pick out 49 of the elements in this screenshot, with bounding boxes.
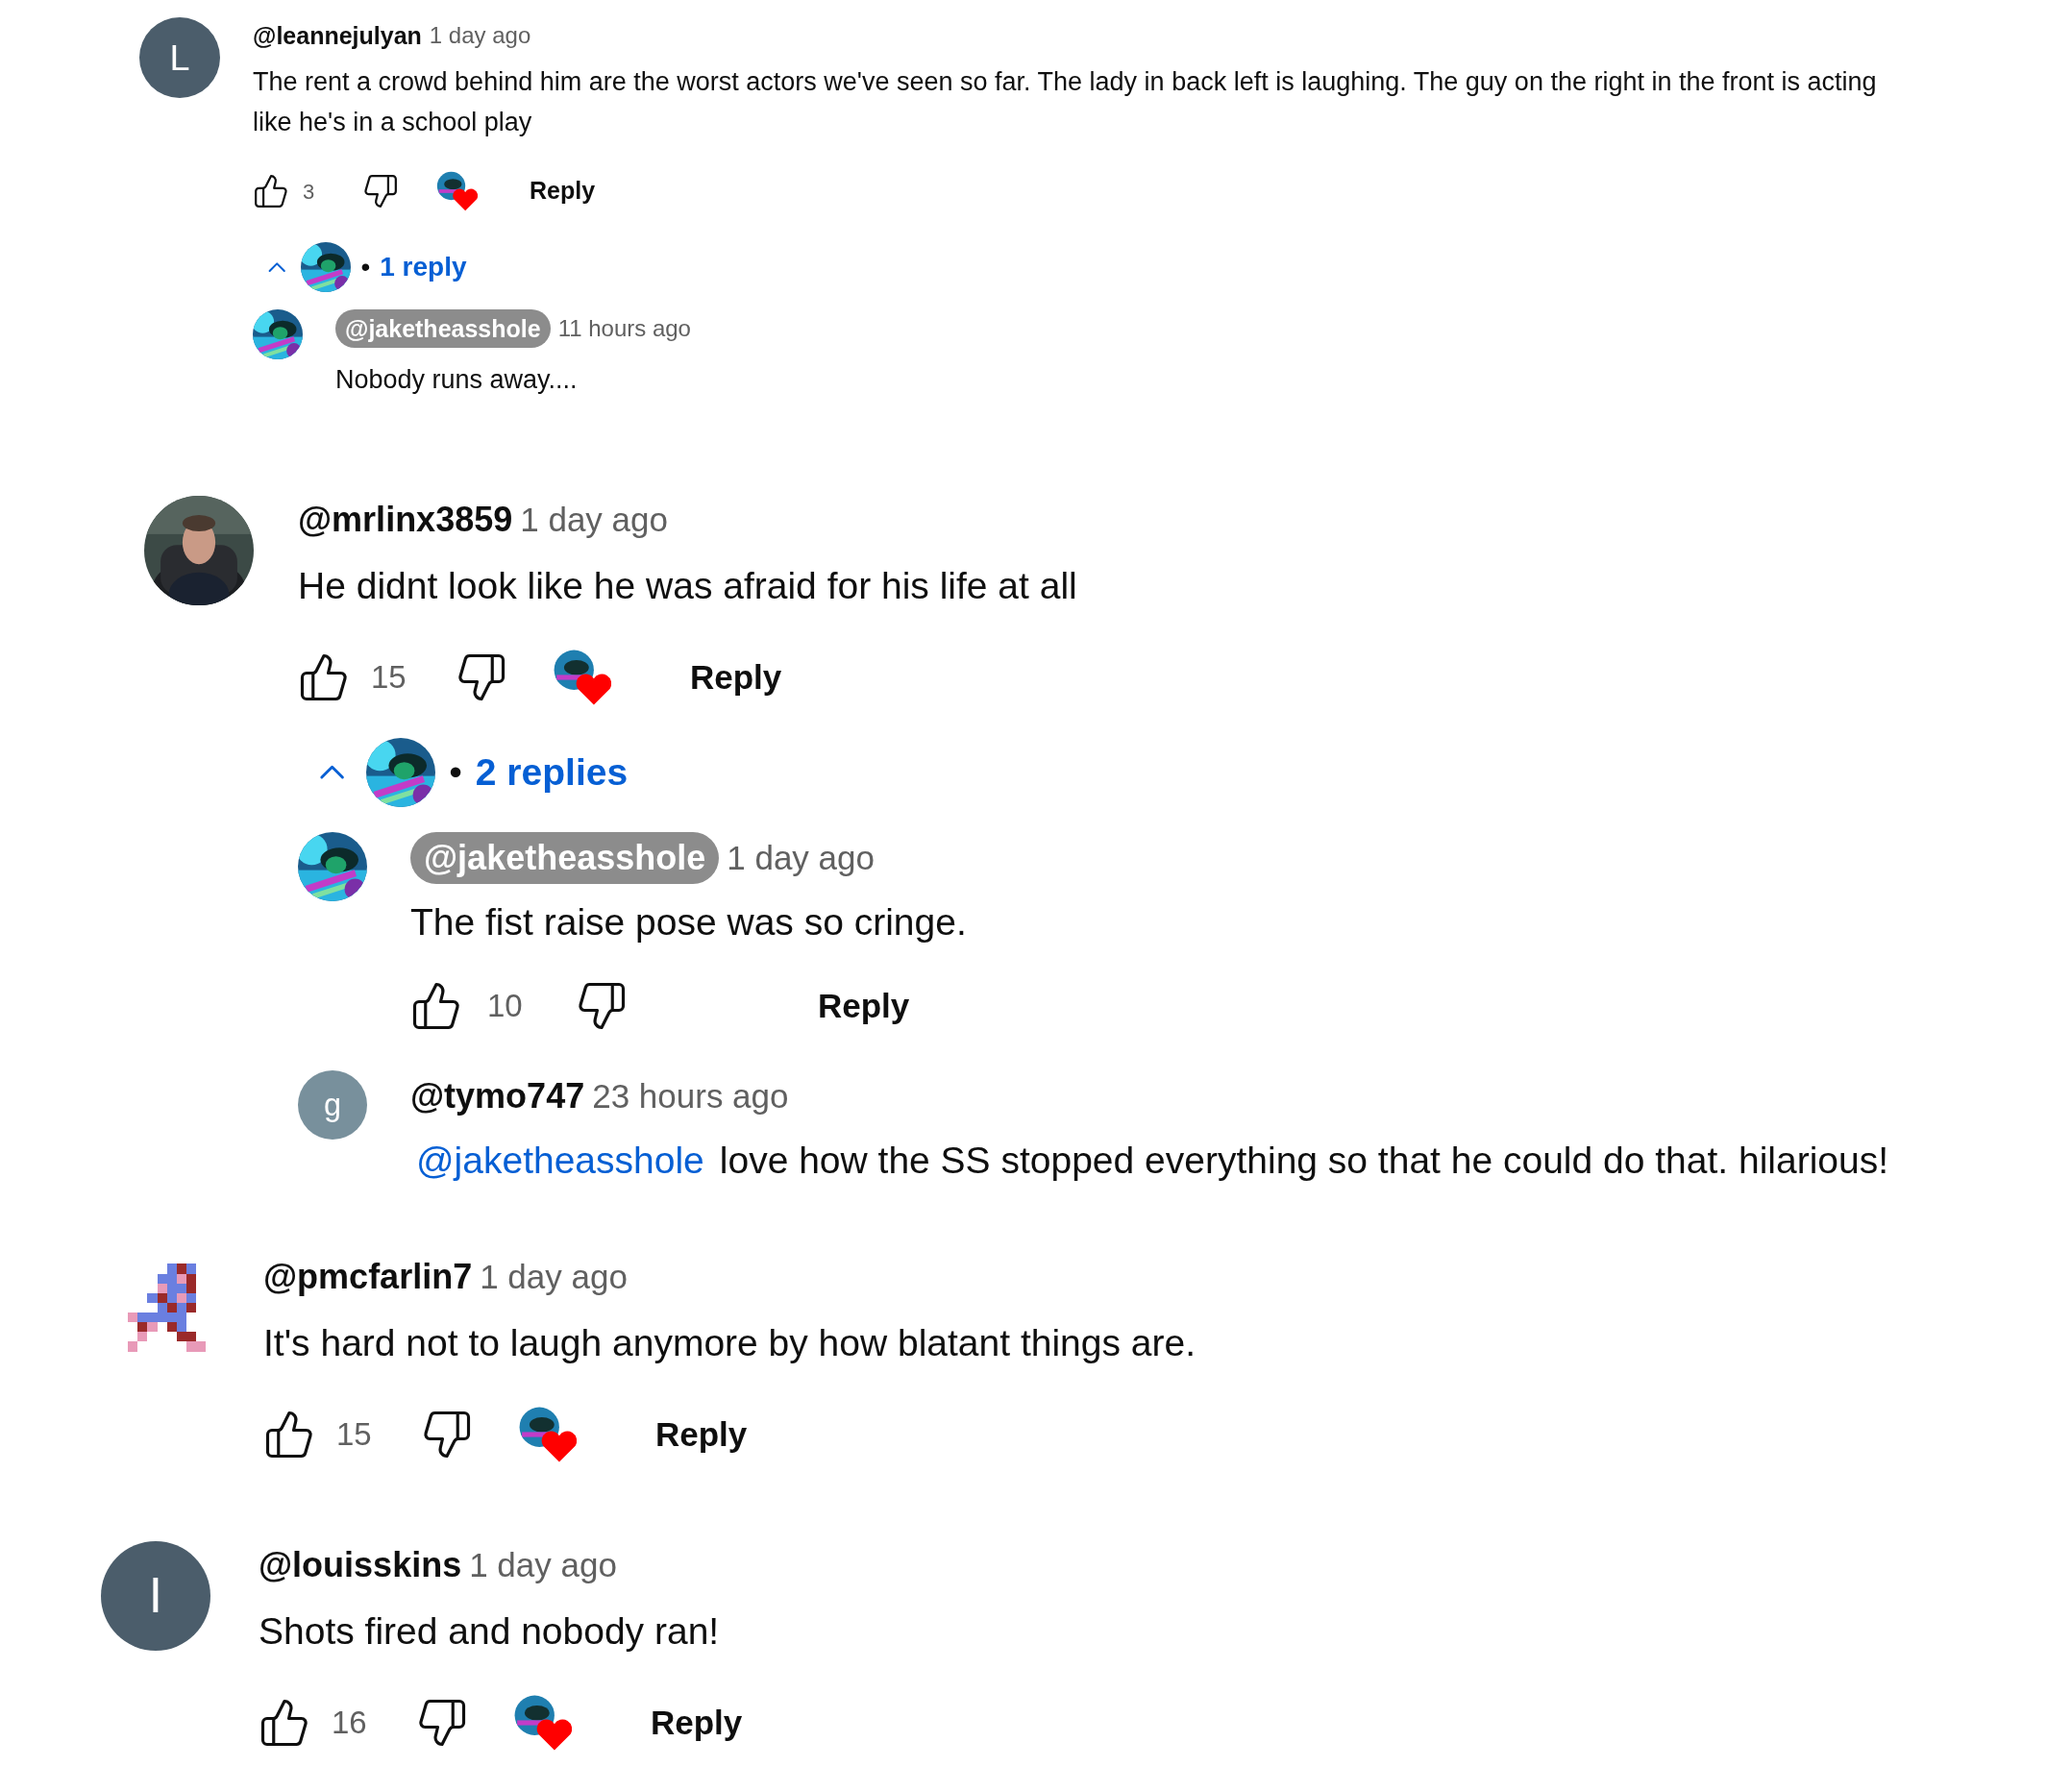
like-icon[interactable] bbox=[410, 980, 462, 1032]
timestamp[interactable]: 1 day ago bbox=[727, 832, 875, 884]
separator-dot: • bbox=[449, 749, 462, 795]
reply-button[interactable]: Reply bbox=[818, 980, 910, 1032]
like-icon[interactable] bbox=[263, 1409, 315, 1460]
reply-text: The fist raise pose was so cringe. bbox=[410, 900, 967, 945]
author-name[interactable]: @pmcfarlin7 bbox=[263, 1253, 473, 1301]
like-count: 15 bbox=[371, 658, 407, 698]
author-name[interactable]: @leannejulyan bbox=[253, 17, 422, 54]
like-count: 3 bbox=[303, 178, 316, 206]
mention-link[interactable]: @jaketheasshole bbox=[416, 1140, 704, 1181]
timestamp[interactable]: 11 hours ago bbox=[557, 311, 691, 346]
dislike-icon[interactable] bbox=[576, 980, 628, 1032]
like-icon[interactable] bbox=[259, 1697, 310, 1749]
timestamp[interactable]: 1 day ago bbox=[480, 1253, 628, 1301]
timestamp[interactable]: 1 day ago bbox=[520, 496, 668, 544]
reply-button[interactable]: Reply bbox=[530, 173, 596, 209]
comment-text: It's hard not to laugh anymore by how blatant things are. bbox=[263, 1321, 1197, 1365]
reply-button[interactable]: Reply bbox=[690, 651, 782, 703]
like-icon[interactable] bbox=[253, 173, 289, 209]
avatar: L bbox=[139, 17, 220, 98]
reply-button[interactable]: Reply bbox=[655, 1409, 748, 1460]
author-name[interactable]: @louisskins bbox=[259, 1541, 462, 1589]
reply-button[interactable]: Reply bbox=[651, 1697, 743, 1749]
comment-text: Shots fired and nobody ran! bbox=[259, 1609, 721, 1654]
like-count: 15 bbox=[336, 1415, 373, 1455]
author-name[interactable]: @jaketheasshole bbox=[410, 832, 720, 884]
dislike-icon[interactable] bbox=[416, 1697, 468, 1749]
dislike-icon[interactable] bbox=[456, 651, 507, 703]
timestamp[interactable]: 1 day ago bbox=[429, 17, 531, 54]
comment-text: He didnt look like he was afraid for his life at all bbox=[298, 564, 1078, 608]
reply-text: Nobody runs away.... bbox=[335, 364, 579, 396]
avatar: I bbox=[101, 1541, 210, 1651]
separator-dot: • bbox=[360, 251, 371, 283]
timestamp[interactable]: 23 hours ago bbox=[592, 1070, 789, 1122]
dislike-icon[interactable] bbox=[362, 173, 399, 209]
comment-text: The rent a crowd behind him are the worst actors we've seen so far. The lady in back left is laughing. The guy on the right in the front is acting like he's in a school play bbox=[253, 66, 1878, 138]
author-name[interactable]: @jaketheasshole bbox=[335, 309, 551, 348]
replies-toggle[interactable]: 2 replies bbox=[475, 744, 629, 801]
dislike-icon[interactable] bbox=[421, 1409, 473, 1460]
avatar: g bbox=[298, 1070, 367, 1140]
like-icon[interactable] bbox=[298, 651, 350, 703]
timestamp[interactable]: 1 day ago bbox=[469, 1541, 617, 1589]
author-name[interactable]: @mrlinx3859 bbox=[298, 496, 513, 544]
like-count: 10 bbox=[487, 987, 524, 1026]
author-name[interactable]: @tymo747 bbox=[410, 1070, 585, 1122]
reply-text: @jaketheasshole love how the SS stopped everything so that he could do that. hilarious! bbox=[415, 1139, 1889, 1183]
like-count: 16 bbox=[332, 1704, 368, 1743]
replies-toggle[interactable]: 1 reply bbox=[380, 247, 467, 287]
